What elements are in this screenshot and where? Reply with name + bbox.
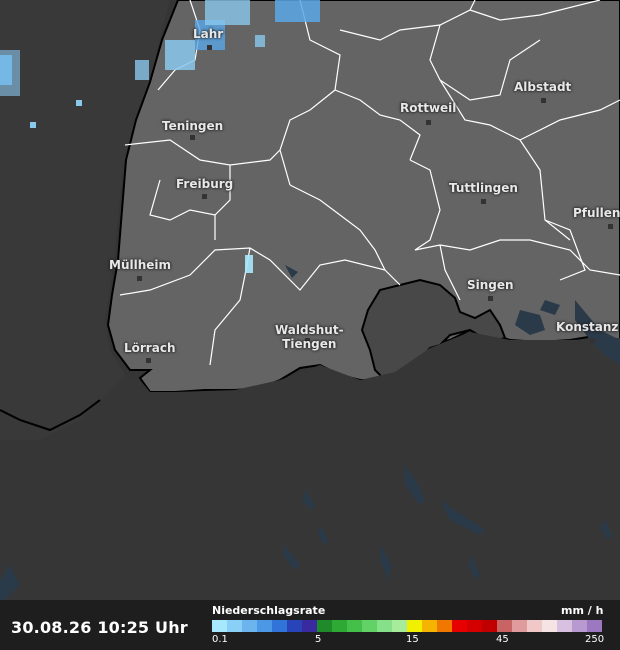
timestamp: 30.08.26 10:25 Uhr	[11, 618, 188, 637]
city-dot-pfullendorf	[608, 224, 613, 229]
legend-color-bar	[212, 620, 602, 632]
city-dot-loerrach	[146, 358, 151, 363]
legend-swatch-9	[347, 620, 362, 632]
city-label-loerrach[interactable]: Lörrach	[124, 341, 175, 355]
legend-tick-2: 15	[406, 634, 419, 645]
city-label-tuttlingen[interactable]: Tuttlingen	[449, 181, 518, 195]
legend-swatch-20	[512, 620, 527, 632]
legend-swatch-23	[557, 620, 572, 632]
legend-swatch-8	[332, 620, 347, 632]
radar-map[interactable]: Lahr Teningen Freiburg Müllheim Lörrach …	[0, 0, 620, 600]
legend-unit: mm / h	[561, 604, 604, 617]
legend-swatch-17	[467, 620, 482, 632]
city-label-teningen[interactable]: Teningen	[162, 119, 223, 133]
legend-swatch-24	[572, 620, 587, 632]
city-dot-konstanz	[590, 338, 595, 343]
legend-title: Niederschlagsrate	[212, 604, 326, 617]
city-dot-teningen	[190, 135, 195, 140]
city-label-waldshut-tiengen[interactable]: Waldshut- Tiengen	[275, 323, 344, 351]
city-label-freiburg[interactable]: Freiburg	[176, 177, 233, 191]
city-label-rottweil[interactable]: Rottweil	[400, 101, 456, 115]
legend-swatch-16	[452, 620, 467, 632]
city-label-singen[interactable]: Singen	[467, 278, 514, 292]
legend-tick-1: 5	[315, 634, 322, 645]
city-label-albstadt[interactable]: Albstadt	[514, 80, 571, 94]
city-label-lahr[interactable]: Lahr	[193, 27, 223, 41]
legend-swatch-13	[407, 620, 422, 632]
legend-footer: 30.08.26 10:25 Uhr Niederschlagsrate mm …	[0, 600, 620, 650]
legend-swatch-14	[422, 620, 437, 632]
legend-swatch-21	[527, 620, 542, 632]
legend-swatch-10	[362, 620, 377, 632]
city-dot-tuttlingen	[481, 199, 486, 204]
city-dot-rottweil	[426, 120, 431, 125]
city-dot-singen	[488, 296, 493, 301]
legend-swatch-3	[257, 620, 272, 632]
legend-swatch-25	[587, 620, 602, 632]
legend-swatch-4	[272, 620, 287, 632]
legend-tick-4: 250	[585, 634, 605, 645]
legend-swatch-12	[392, 620, 407, 632]
city-dot-albstadt	[541, 98, 546, 103]
city-label-muellheim[interactable]: Müllheim	[109, 258, 171, 272]
legend-tick-0: 0.1	[212, 634, 228, 645]
legend-swatch-1	[227, 620, 242, 632]
city-label-konstanz[interactable]: Konstanz	[556, 320, 618, 334]
city-dot-muellheim	[137, 276, 142, 281]
city-label-pfullendorf[interactable]: Pfullen	[573, 206, 620, 220]
legend-swatch-5	[287, 620, 302, 632]
legend-swatch-18	[482, 620, 497, 632]
legend-swatch-7	[317, 620, 332, 632]
legend-swatch-0	[212, 620, 227, 632]
legend-swatch-19	[497, 620, 512, 632]
legend-swatch-2	[242, 620, 257, 632]
legend-swatch-11	[377, 620, 392, 632]
legend-tick-3: 45	[496, 634, 509, 645]
legend-swatch-15	[437, 620, 452, 632]
legend-swatch-22	[542, 620, 557, 632]
city-dot-freiburg	[202, 194, 207, 199]
legend-swatch-6	[302, 620, 317, 632]
city-dot-lahr	[207, 45, 212, 50]
